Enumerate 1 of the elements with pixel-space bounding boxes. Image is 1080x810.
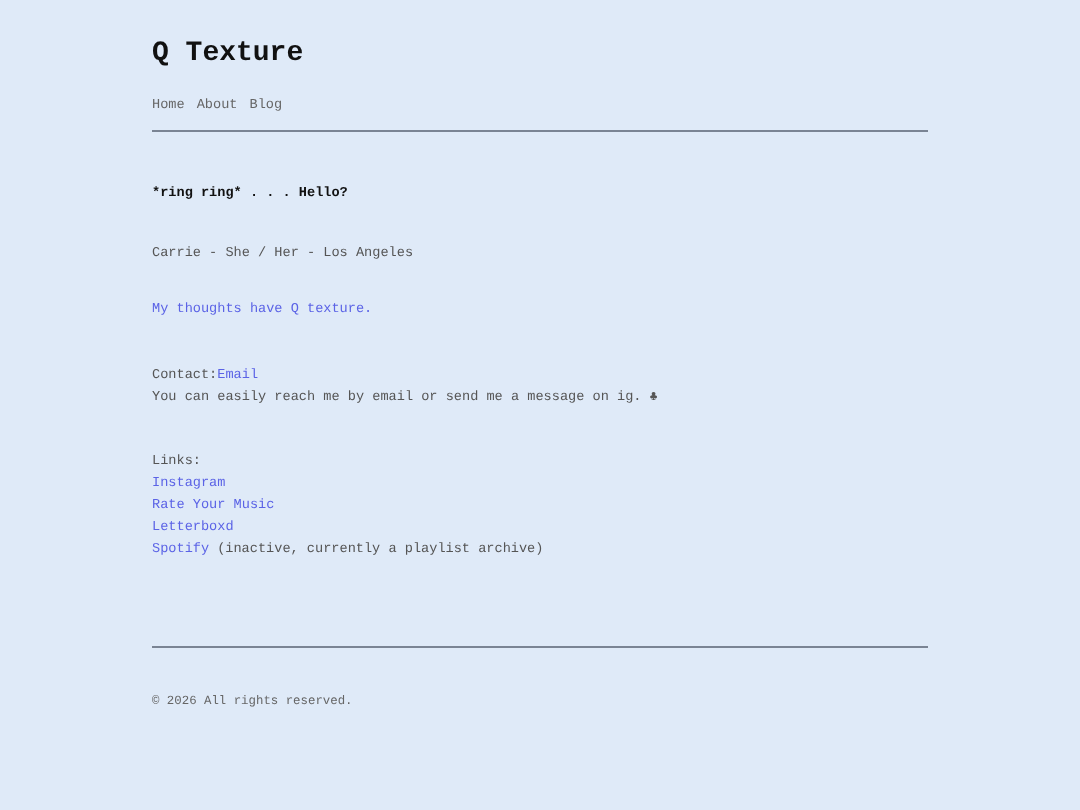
site-title: Q Texture xyxy=(152,36,306,72)
